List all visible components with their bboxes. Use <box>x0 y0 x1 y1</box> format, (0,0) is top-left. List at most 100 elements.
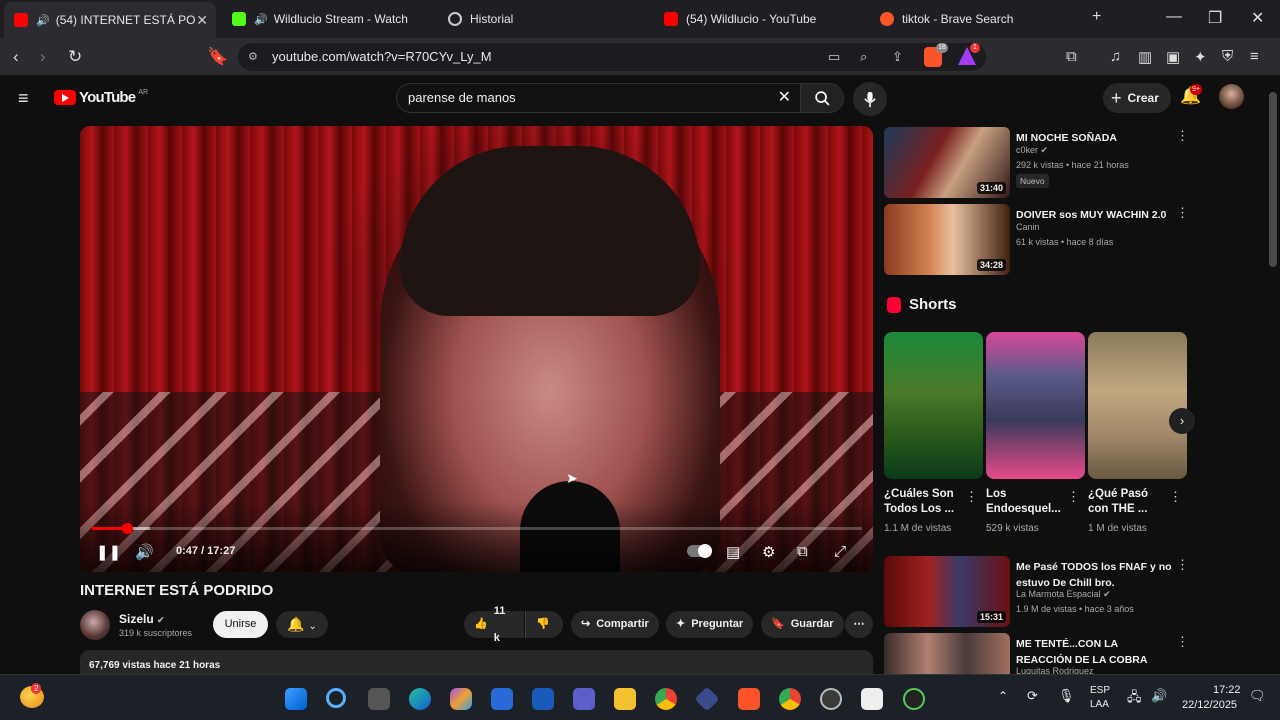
channel-name[interactable]: Sizelu ✔ <box>119 612 165 626</box>
scrubber-handle[interactable] <box>121 523 133 534</box>
close-window-icon[interactable]: ✕ <box>1251 8 1264 28</box>
task-view-icon[interactable] <box>368 688 390 710</box>
chrome-icon[interactable] <box>655 688 677 710</box>
app-icon[interactable] <box>694 686 720 712</box>
subtitles-icon[interactable]: ▤ <box>726 543 740 561</box>
more-vertical-icon[interactable]: ⋮ <box>965 489 978 505</box>
clock-time[interactable]: 17:22 <box>1213 684 1241 696</box>
video-player[interactable] <box>80 126 873 572</box>
more-actions-button[interactable]: ⋯ <box>845 611 873 638</box>
reload-icon[interactable]: ↻ <box>68 47 82 67</box>
search-taskbar-icon[interactable] <box>326 688 346 708</box>
video-thumbnail[interactable]: 15:31 <box>884 556 1010 627</box>
scrollbar-thumb[interactable] <box>1269 92 1277 267</box>
app-icon[interactable] <box>903 688 925 710</box>
voice-search-button[interactable] <box>853 82 887 116</box>
account-avatar[interactable] <box>1219 84 1244 109</box>
share-icon[interactable]: ⇪ <box>892 43 903 71</box>
like-button[interactable]: 👍 11 k <box>464 605 524 644</box>
more-vertical-icon[interactable]: ⋮ <box>1169 489 1182 505</box>
tab-kick-stream[interactable]: 🔊 Wildlucio Stream - Watch Live <box>222 4 422 34</box>
vpn-icon[interactable]: ⛨ <box>1222 48 1233 65</box>
recommendation-item[interactable]: 31:40 MI NOCHE SOÑADA c0ker ✔ 292 k vist… <box>884 127 1189 199</box>
tab-youtube-video[interactable]: 🔊 (54) INTERNET ESTÁ PODRIDO - YouTube ✕ <box>4 2 216 38</box>
video-thumbnail[interactable] <box>884 633 1010 674</box>
autoplay-toggle[interactable] <box>687 544 712 558</box>
short-title[interactable]: ¿Qué Pasó con THE ... <box>1088 487 1170 517</box>
language-top[interactable]: ESP <box>1090 685 1110 696</box>
save-button[interactable]: 🔖 Guardar <box>761 611 844 638</box>
sync-icon[interactable]: ⟳ <box>1027 688 1038 704</box>
more-vertical-icon[interactable]: ⋮ <box>1176 634 1184 650</box>
address-bar[interactable]: ⚙ youtube.com/watch?v=R70CYv_Ly_M ▭ ⌕ ⇪ … <box>238 43 986 71</box>
video-thumbnail[interactable]: 34:28 <box>884 204 1010 275</box>
more-vertical-icon[interactable]: ⋮ <box>1176 128 1189 144</box>
short-thumbnail[interactable] <box>1088 332 1187 479</box>
brave-icon[interactable] <box>738 688 760 710</box>
site-settings-icon[interactable]: ⚙ <box>248 43 258 71</box>
file-explorer-icon[interactable] <box>614 688 636 710</box>
wallet-icon[interactable]: ▣ <box>1166 48 1180 66</box>
close-tab-icon[interactable]: ✕ <box>196 12 208 29</box>
recommendation-item[interactable]: 34:28 DOIVER sos MUY WACHIN 2.0 Canin 61… <box>884 204 1189 276</box>
clock-date[interactable]: 22/12/2025 <box>1182 699 1237 711</box>
video-thumbnail[interactable]: 31:40 <box>884 127 1010 198</box>
shorts-next-button[interactable]: › <box>1169 408 1195 434</box>
join-button[interactable]: Unirse <box>213 611 268 638</box>
bookmark-icon[interactable]: 🔖 <box>207 47 228 67</box>
tab-history[interactable]: Historial <box>438 4 638 34</box>
subscription-bell-button[interactable]: 🔔 ⌄ <box>276 611 328 638</box>
teams-icon[interactable] <box>573 688 595 710</box>
maximize-icon[interactable]: ❐ <box>1208 8 1222 28</box>
leo-ai-icon[interactable]: ✦ <box>1194 48 1207 66</box>
minimize-icon[interactable]: — <box>1166 8 1182 26</box>
sidebar-icon[interactable]: ▥ <box>1138 48 1152 66</box>
network-icon[interactable]: 🖧 <box>1127 688 1142 710</box>
show-hidden-icons-icon[interactable]: ⌃ <box>998 689 1008 703</box>
forward-icon[interactable]: › <box>40 47 46 67</box>
short-thumbnail[interactable] <box>884 332 983 479</box>
more-vertical-icon[interactable]: ⋮ <box>1067 489 1080 505</box>
new-tab-icon[interactable]: + <box>1092 8 1101 26</box>
short-title[interactable]: Los Endoesquel... <box>986 487 1068 517</box>
short-thumbnail[interactable] <box>986 332 1085 479</box>
ask-button[interactable]: ✦ Preguntar <box>666 611 754 638</box>
create-button[interactable]: + Crear <box>1103 83 1171 113</box>
tab-youtube-channel[interactable]: (54) Wildlucio - YouTube <box>654 4 854 34</box>
capcut-icon[interactable] <box>861 688 883 710</box>
chrome-profile-icon[interactable] <box>779 688 801 710</box>
media-player-icon[interactable] <box>820 688 842 710</box>
search-button[interactable] <box>800 83 844 113</box>
tab-brave-search[interactable]: tiktok - Brave Search <box>870 4 1080 34</box>
language-bottom[interactable]: LAA <box>1090 699 1109 710</box>
copilot-icon[interactable] <box>450 688 472 710</box>
menu-icon[interactable]: ≡ <box>1250 48 1259 65</box>
recommendation-item[interactable]: 15:31 Me Pasé TODOS los FNAF y no estuvo… <box>884 556 1189 628</box>
cast-icon[interactable]: ▭ <box>828 43 840 71</box>
more-vertical-icon[interactable]: ⋮ <box>1176 557 1189 573</box>
fullscreen-icon[interactable]: ⤢ <box>834 543 846 560</box>
search-input[interactable]: parense de manos ✕ <box>396 83 804 113</box>
clear-search-icon[interactable]: ✕ <box>778 84 791 112</box>
tab-search-icon[interactable]: ⧉ <box>1066 48 1077 65</box>
hamburger-menu-icon[interactable]: ≡ <box>18 88 29 109</box>
share-button[interactable]: ↪ Compartir <box>571 611 659 638</box>
more-vertical-icon[interactable]: ⋮ <box>1176 205 1189 221</box>
channel-avatar[interactable] <box>80 610 110 640</box>
dislike-button[interactable]: 👎 <box>525 611 563 638</box>
short-title[interactable]: ¿Cuáles Son Todos Los ... <box>884 487 966 517</box>
media-icon[interactable]: ♫ <box>1110 48 1121 65</box>
youtube-logo[interactable]: YouTube AR <box>54 89 148 106</box>
pause-icon[interactable]: ❚❚ <box>96 543 121 561</box>
volume-tray-icon[interactable]: 🔊 <box>1151 688 1167 704</box>
miniplayer-icon[interactable]: ⧉ <box>797 543 808 560</box>
store-icon[interactable] <box>491 688 513 710</box>
seek-bar[interactable] <box>92 523 862 534</box>
microphone-tray-icon[interactable]: 🎙 <box>1058 688 1075 704</box>
back-icon[interactable]: ‹ <box>13 47 19 67</box>
zoom-icon[interactable]: ⌕ <box>860 43 867 71</box>
edge-icon[interactable] <box>409 688 431 710</box>
volume-icon[interactable]: 🔊 <box>135 543 154 561</box>
start-menu-icon[interactable] <box>285 688 307 710</box>
notifications-icon[interactable]: 🗨 <box>1249 688 1266 704</box>
